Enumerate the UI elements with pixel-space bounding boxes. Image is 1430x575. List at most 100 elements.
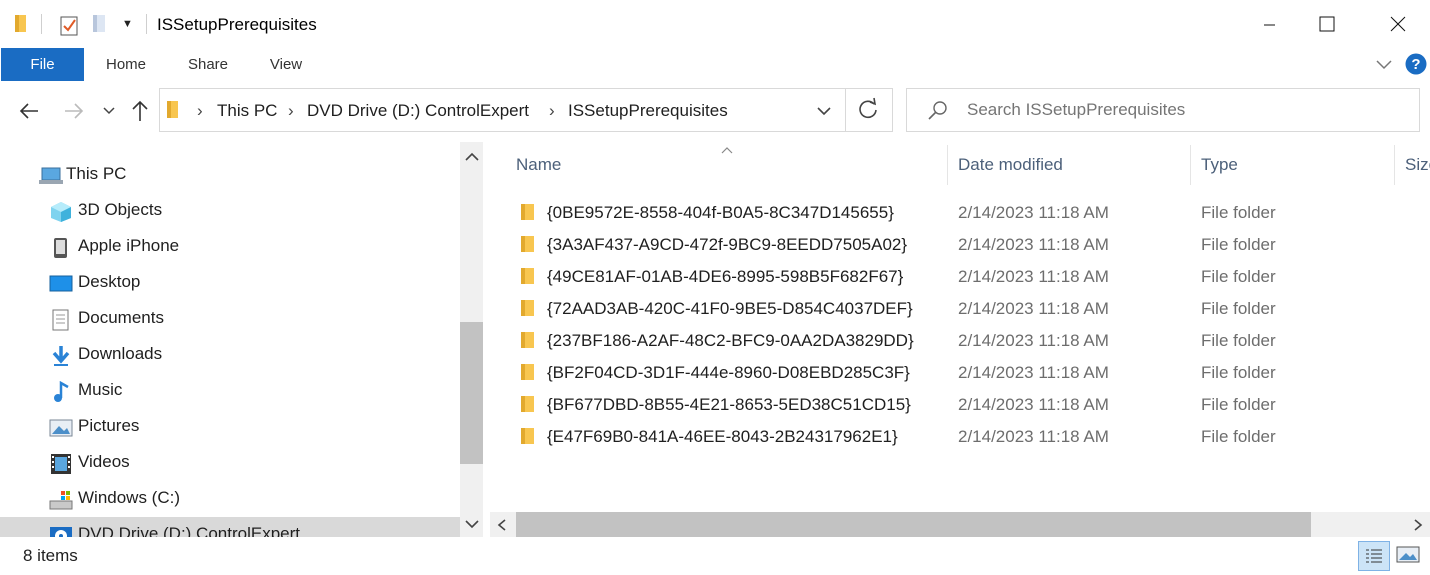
file-name[interactable]: {49CE81AF-01AB-4DE6-8995-598B5F682F67} xyxy=(547,267,903,287)
close-button[interactable] xyxy=(1370,0,1428,48)
up-button[interactable] xyxy=(129,99,151,128)
nav-item-apple-iphone[interactable]: Apple iPhone xyxy=(0,229,460,265)
breadcrumb-dvd-drive[interactable]: DVD Drive (D:) ControlExpert xyxy=(307,101,529,121)
breadcrumb-separator-icon[interactable]: › xyxy=(549,101,555,121)
close-icon xyxy=(1390,16,1406,32)
nav-item-documents[interactable]: Documents xyxy=(0,301,460,337)
tab-file[interactable]: File xyxy=(1,48,84,81)
forward-button[interactable] xyxy=(63,100,85,127)
column-header-type[interactable]: Type xyxy=(1201,155,1238,175)
tab-share[interactable]: Share xyxy=(180,48,236,81)
nav-item-label: Documents xyxy=(78,308,164,327)
nav-item-label: 3D Objects xyxy=(78,200,163,219)
table-row[interactable]: {BF2F04CD-3D1F-444e-8960-D08EBD285C3F} 2/… xyxy=(484,356,1430,388)
properties-icon[interactable] xyxy=(59,14,79,41)
file-type: File folder xyxy=(1201,235,1276,254)
column-divider[interactable] xyxy=(947,145,948,185)
scroll-down-icon[interactable] xyxy=(464,517,480,535)
nav-item-downloads[interactable]: Downloads xyxy=(0,337,460,373)
file-date-modified: 2/14/2023 11:18 AM xyxy=(958,331,1109,350)
table-row[interactable]: {BF677DBD-8B55-4E21-8653-5ED38C51CD15} 2/… xyxy=(484,388,1430,420)
maximize-icon xyxy=(1319,16,1335,32)
file-date-modified: 2/14/2023 11:18 AM xyxy=(958,427,1109,446)
file-name[interactable]: {E47F69B0-841A-46EE-8043-2B24317962E1} xyxy=(547,427,898,447)
scroll-left-icon[interactable] xyxy=(496,518,508,537)
horizontal-scroll-thumb[interactable] xyxy=(516,512,1311,537)
file-type: File folder xyxy=(1201,203,1276,222)
table-row[interactable]: {0BE9572E-8558-404f-B0A5-8C347D145655} 2/… xyxy=(484,196,1430,228)
new-folder-icon[interactable] xyxy=(92,14,108,39)
large-icons-view-icon xyxy=(1396,546,1420,563)
nav-item-dvd-drive[interactable]: DVD Drive (D:) ControlExpert xyxy=(0,517,460,537)
folder-icon xyxy=(520,235,537,253)
desktop-icon xyxy=(49,273,73,295)
column-header-name[interactable]: Name xyxy=(516,155,561,175)
table-row[interactable]: {3A3AF437-A9CD-472f-9BC9-8EEDD7505A02} 2/… xyxy=(484,228,1430,260)
nav-scrollbar[interactable] xyxy=(460,142,483,537)
nav-item-windows-c[interactable]: Windows (C:) xyxy=(0,481,460,517)
table-row[interactable]: {E47F69B0-841A-46EE-8043-2B24317962E1} 2/… xyxy=(484,420,1430,452)
nav-item-this-pc[interactable]: This PC xyxy=(0,157,460,193)
nav-item-pictures[interactable]: Pictures xyxy=(0,409,460,445)
nav-item-videos[interactable]: Videos xyxy=(0,445,460,481)
nav-item-music[interactable]: Music xyxy=(0,373,460,409)
divider xyxy=(146,14,147,34)
nav-item-label: Apple iPhone xyxy=(78,236,180,255)
nav-item-label: Pictures xyxy=(78,416,140,435)
divider xyxy=(41,14,42,34)
this-pc-icon xyxy=(39,165,63,187)
breadcrumb-separator-icon[interactable]: › xyxy=(197,101,203,121)
up-arrow-icon xyxy=(132,100,148,121)
horizontal-scrollbar[interactable] xyxy=(490,512,1430,537)
customize-toolbar-icon[interactable]: ▼ xyxy=(122,18,133,30)
refresh-button[interactable] xyxy=(846,88,893,132)
large-icons-view-button[interactable] xyxy=(1396,545,1420,570)
folder-icon xyxy=(520,299,537,317)
downloads-icon xyxy=(51,345,73,367)
file-name[interactable]: {BF2F04CD-3D1F-444e-8960-D08EBD285C3F} xyxy=(547,363,910,383)
file-name[interactable]: {237BF186-A2AF-48C2-BFC9-0AA2DA3829DD} xyxy=(547,331,914,351)
column-header-size[interactable]: Size xyxy=(1405,155,1430,175)
maximize-button[interactable] xyxy=(1298,0,1356,48)
nav-item-label: Windows (C:) xyxy=(78,488,181,507)
column-divider[interactable] xyxy=(1190,145,1191,185)
item-count: 8 items xyxy=(23,546,78,565)
table-row[interactable]: {72AAD3AB-420C-41F0-9BE5-D854C4037DEF} 2/… xyxy=(484,292,1430,324)
details-view-button[interactable] xyxy=(1358,541,1390,571)
videos-icon xyxy=(50,453,72,475)
nav-scroll-thumb[interactable] xyxy=(460,322,483,464)
tab-home[interactable]: Home xyxy=(98,48,154,81)
search-input[interactable] xyxy=(967,100,1407,120)
breadcrumb-current[interactable]: ISSetupPrerequisites xyxy=(568,101,728,121)
search-box[interactable] xyxy=(906,88,1420,132)
table-row[interactable]: {49CE81AF-01AB-4DE6-8995-598B5F682F67} 2/… xyxy=(484,260,1430,292)
file-date-modified: 2/14/2023 11:18 AM xyxy=(958,299,1109,318)
scroll-right-icon[interactable] xyxy=(1412,518,1424,537)
recent-locations-button[interactable] xyxy=(101,103,117,124)
address-bar[interactable]: › This PC › DVD Drive (D:) ControlExpert… xyxy=(159,88,846,132)
file-type: File folder xyxy=(1201,427,1276,446)
address-history-button[interactable] xyxy=(816,103,832,124)
file-name[interactable]: {BF677DBD-8B55-4E21-8653-5ED38C51CD15} xyxy=(547,395,911,415)
3d-objects-icon xyxy=(50,201,72,223)
file-date-modified: 2/14/2023 11:18 AM xyxy=(958,363,1109,382)
file-name[interactable]: {72AAD3AB-420C-41F0-9BE5-D854C4037DEF} xyxy=(547,299,913,319)
nav-item-3d-objects[interactable]: 3D Objects xyxy=(0,193,460,229)
tab-view[interactable]: View xyxy=(260,48,312,81)
help-icon[interactable]: ? xyxy=(1405,53,1427,80)
file-name[interactable]: {3A3AF437-A9CD-472f-9BC9-8EEDD7505A02} xyxy=(547,235,907,255)
column-divider[interactable] xyxy=(1394,145,1395,185)
expand-ribbon-icon[interactable] xyxy=(1374,54,1394,79)
file-name[interactable]: {0BE9572E-8558-404f-B0A5-8C347D145655} xyxy=(547,203,894,223)
dvd-drive-icon xyxy=(49,525,72,537)
chevron-down-icon xyxy=(103,107,115,115)
scroll-up-icon[interactable] xyxy=(464,150,480,168)
breadcrumb-separator-icon[interactable]: › xyxy=(288,101,294,121)
table-row[interactable]: {237BF186-A2AF-48C2-BFC9-0AA2DA3829DD} 2/… xyxy=(484,324,1430,356)
minimize-button[interactable] xyxy=(1240,0,1298,48)
breadcrumb-this-pc[interactable]: This PC xyxy=(217,101,277,121)
nav-item-desktop[interactable]: Desktop xyxy=(0,265,460,301)
back-button[interactable] xyxy=(18,100,40,127)
folder-icon xyxy=(520,203,537,221)
column-header-date[interactable]: Date modified xyxy=(958,155,1063,175)
